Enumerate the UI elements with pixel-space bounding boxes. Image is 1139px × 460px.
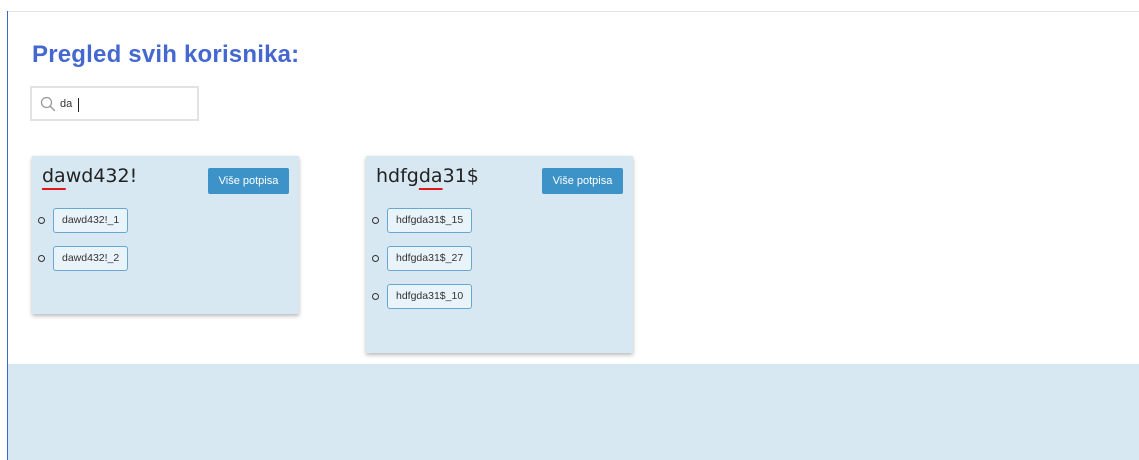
bullet-icon xyxy=(372,293,379,300)
username-prefix: hdfg xyxy=(376,165,419,187)
username: dawd432! xyxy=(42,165,137,187)
bullet-icon xyxy=(372,217,379,224)
bullet-icon xyxy=(38,255,45,262)
username-match-highlight: da xyxy=(42,165,66,187)
footer xyxy=(8,364,1139,460)
search-input[interactable] xyxy=(60,93,190,114)
user-card-2: hdfgda31$ Više potpisa hdfgda31$_15 hdfg… xyxy=(366,156,633,353)
bullet-icon xyxy=(372,255,379,262)
top-divider xyxy=(8,11,1139,12)
username-match-highlight: da xyxy=(418,165,443,187)
signature-chip[interactable]: hdfgda31$_27 xyxy=(387,246,473,271)
search-box[interactable] xyxy=(30,86,199,121)
page: Pregled svih korisnika: dawd432! Više po… xyxy=(0,0,1139,460)
user-card-1: dawd432! Više potpisa dawd432!_1 dawd432… xyxy=(32,156,299,314)
text-cursor xyxy=(78,98,79,112)
more-signatures-button[interactable]: Više potpisa xyxy=(208,168,289,194)
bullet-icon xyxy=(38,217,45,224)
signature-chip[interactable]: hdfgda31$_15 xyxy=(387,208,473,233)
search-icon xyxy=(40,96,56,112)
page-title: Pregled svih korisnika: xyxy=(32,41,300,68)
signature-chip[interactable]: dawd432!_2 xyxy=(53,246,129,271)
signature-chip[interactable]: dawd432!_1 xyxy=(53,208,129,233)
more-signatures-button[interactable]: Više potpisa xyxy=(542,168,623,194)
signature-chip[interactable]: hdfgda31$_10 xyxy=(387,284,473,309)
username: hdfgda31$ xyxy=(376,165,479,187)
username-suffix: 31$ xyxy=(442,165,479,187)
username-suffix: wd432! xyxy=(65,165,138,187)
